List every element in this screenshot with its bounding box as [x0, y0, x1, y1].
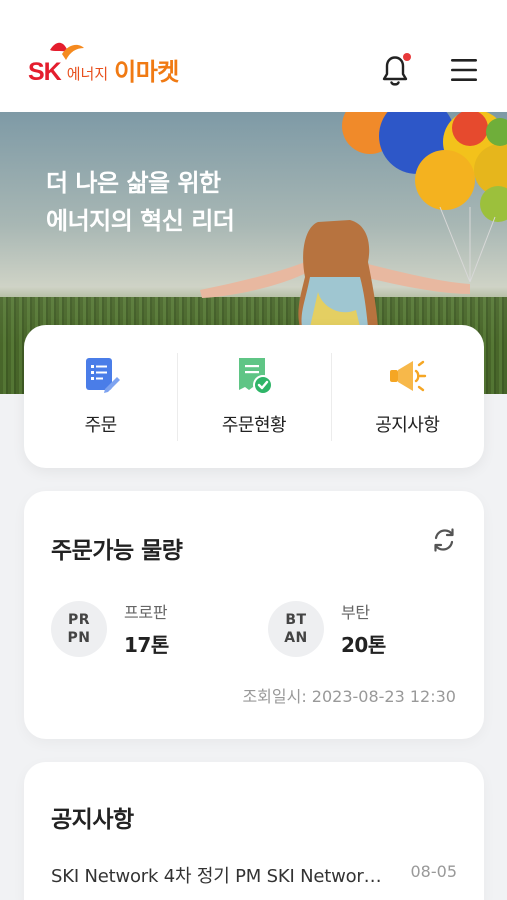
hero-line-1: 더 나은 삶을 위한	[46, 169, 221, 197]
quick-menu-order-label: 주문	[84, 415, 118, 436]
notice-list-item[interactable]: SKI Network 4차 정기 PM SKI Network 4차 정기 P…	[51, 862, 457, 888]
bell-icon[interactable]	[378, 52, 412, 88]
product-propane: PR PN 프로판 17톤	[51, 599, 169, 658]
quick-menu-order-status-label: 주문현황	[221, 415, 287, 436]
product-badge: BT AN	[268, 600, 324, 657]
hero-headline: 더 나은 삶을 위한 에너지의 혁신 리더	[46, 164, 235, 240]
quick-menu-notice[interactable]: 공지사항	[330, 325, 484, 468]
notice-item-date: 08-05	[410, 862, 458, 881]
lookup-timestamp: 조회일시: 2023-08-23 12:30	[242, 687, 456, 706]
product-name: 프로판	[124, 603, 168, 622]
quick-menu-card: 주문 주문현황 공지사항	[24, 325, 484, 468]
app-header: SK 에너지 이마켓	[0, 0, 507, 112]
refresh-icon[interactable]	[431, 527, 457, 553]
megaphone-icon	[390, 360, 427, 392]
sk-butterfly-logo-icon	[50, 42, 84, 60]
hero-line-2: 에너지의 혁신 리더	[46, 207, 235, 235]
product-volume: 17톤	[124, 633, 169, 657]
product-butane: BT AN 부탄 20톤	[268, 599, 386, 658]
product-badge: PR PN	[51, 600, 107, 657]
logo[interactable]: SK 에너지 이마켓	[28, 40, 179, 90]
notice-item-title: SKI Network 4차 정기 PM SKI Network 4차 정기 P…	[51, 866, 391, 887]
notice-card: 공지사항 SKI Network 4차 정기 PM SKI Network 4차…	[24, 762, 484, 900]
product-volume: 20톤	[341, 633, 386, 657]
order-status-icon	[238, 358, 273, 395]
logo-sub-text: 에너지	[66, 65, 109, 83]
logo-main-text: 이마켓	[114, 58, 179, 86]
order-volume-title: 주문가능 물량	[51, 538, 183, 564]
notification-dot	[403, 53, 411, 61]
quick-menu-order-status[interactable]: 주문현황	[177, 325, 330, 468]
order-form-icon	[85, 358, 120, 393]
notice-title: 공지사항	[51, 807, 134, 833]
quick-menu-order[interactable]: 주문	[24, 325, 177, 468]
order-volume-card: 주문가능 물량 PR PN 프로판 17톤 BT AN 부탄 20톤 조회일시:…	[24, 491, 484, 739]
product-name: 부탄	[341, 603, 370, 622]
quick-menu-notice-label: 공지사항	[375, 415, 440, 436]
hamburger-menu-icon[interactable]	[449, 56, 479, 84]
